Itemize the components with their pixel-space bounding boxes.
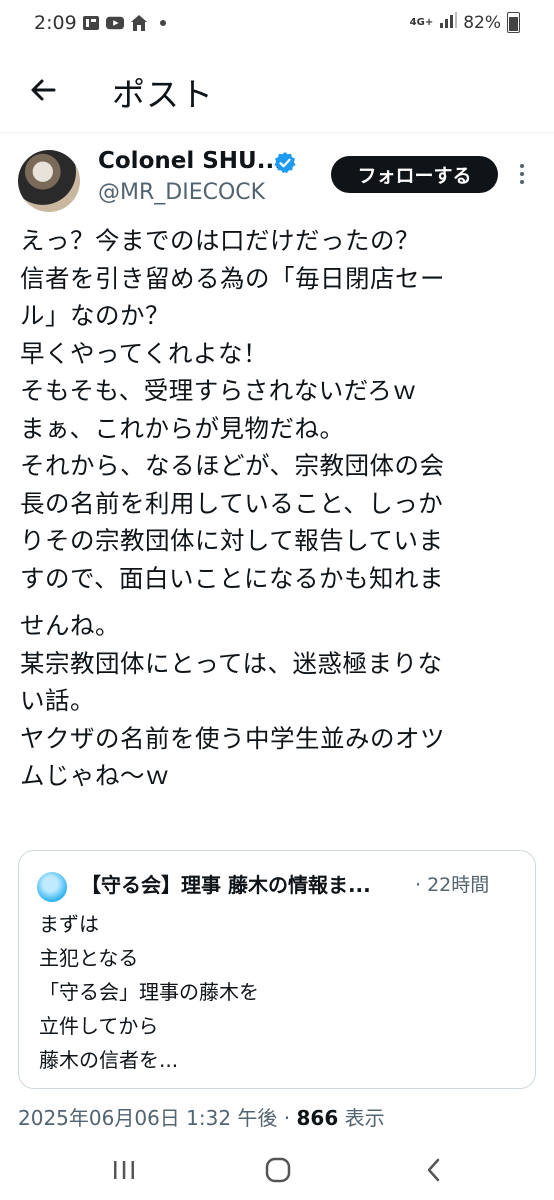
- home-button-icon[interactable]: [258, 1150, 298, 1190]
- status-right: 4G+ 82%: [410, 12, 520, 33]
- post-datetime[interactable]: 2025年06月06日 1:32 午後 ·: [18, 1106, 297, 1130]
- quoted-author-avatar: [37, 872, 67, 902]
- tweet-line: い話。: [20, 686, 95, 715]
- quoted-post-card[interactable]: 【守る会】理事 藤木の情報ま... · 22時間 まずは 主犯となる 「守る会」…: [18, 850, 536, 1089]
- back-button-icon[interactable]: [414, 1150, 454, 1190]
- tweet-line: ムじゃね〜ｗ: [20, 761, 170, 790]
- tweet-line: まぁ、これからが見物だね。: [20, 413, 345, 443]
- follow-button[interactable]: フォローする: [331, 156, 498, 193]
- youtube-icon: [106, 14, 124, 32]
- top-app-bar: ポスト: [0, 52, 554, 132]
- battery-percent: 82%: [463, 12, 501, 33]
- system-navigation-bar: [0, 1140, 554, 1200]
- notification-icons: [82, 14, 172, 32]
- status-bar: 2:09 4G+ 82%: [0, 0, 554, 52]
- tweet-line: りその宗教団体に対して報告していま: [20, 526, 444, 555]
- author-display-name[interactable]: Colonel SHU...: [98, 148, 283, 174]
- home-icon: [130, 14, 148, 32]
- quoted-line: 「守る会」理事の藤木を: [39, 980, 259, 1004]
- signal-icon: [439, 12, 458, 33]
- quoted-line: 主犯となる: [39, 946, 139, 970]
- quoted-author-name: 【守る会】理事 藤木の情報ま...: [81, 873, 371, 897]
- page-title: ポスト: [112, 75, 214, 114]
- header-divider: [0, 132, 554, 133]
- more-options-icon[interactable]: [516, 160, 528, 190]
- verified-badge-icon: [273, 151, 297, 175]
- quoted-post-time: · 22時間: [415, 874, 490, 896]
- quoted-line: 藤木の信者を...: [39, 1048, 179, 1072]
- status-time: 2:09: [34, 12, 77, 34]
- quoted-line: まずは: [39, 912, 99, 936]
- tweet-line: せんね。: [20, 611, 120, 640]
- quoted-line: 立件してから: [39, 1014, 159, 1038]
- tweet-line: ヤクザの名前を使う中学生並みのオツ: [20, 723, 445, 753]
- tweet-line: 信者を引き留める為の「毎日閉店セー: [20, 263, 445, 293]
- app-notification-icon: [82, 14, 100, 32]
- tweet-line: 長の名前を利用していること、しっか: [20, 488, 444, 518]
- view-count: 866: [296, 1106, 339, 1130]
- tweet-line: そもそも、受理すらされないだろｗ: [20, 376, 418, 405]
- dot-icon: [154, 14, 172, 32]
- tweet-line: えっ？今までのは口だけだったの？: [20, 226, 420, 255]
- recent-apps-icon[interactable]: [104, 1150, 144, 1190]
- author-avatar[interactable]: [18, 150, 80, 212]
- tweet-line: それから、なるほどが、宗教団体の会: [20, 451, 445, 480]
- tweet-line: ル」なのか？: [20, 301, 170, 330]
- tweet-text: えっ？今までのは口だけだったの？ 信者を引き留める為の「毎日閉店セー ル」なのか…: [20, 222, 545, 795]
- network-type: 4G+: [409, 17, 434, 28]
- quoted-post-text: まずは 主犯となる 「守る会」理事の藤木を 立件してから 藤木の信者を...: [39, 907, 259, 1077]
- tweet-line: 某宗教団体にとっては、迷惑極まりな: [20, 648, 443, 678]
- tweet-line: すので、面白いことになるかも知れま: [20, 563, 445, 593]
- battery-icon: [507, 12, 520, 33]
- back-arrow-icon[interactable]: [24, 70, 64, 110]
- view-label: 表示: [338, 1106, 385, 1130]
- tweet-line: 早くやってくれよな！: [20, 338, 269, 368]
- author-handle[interactable]: @MR_DIECOCK: [98, 180, 265, 205]
- post-meta: 2025年06月06日 1:32 午後 · 866 表示: [18, 1102, 385, 1131]
